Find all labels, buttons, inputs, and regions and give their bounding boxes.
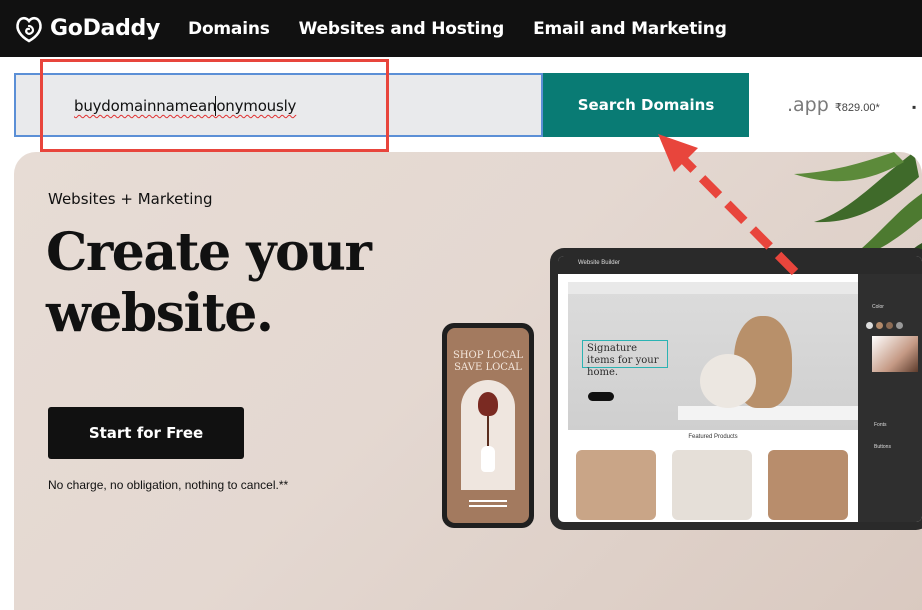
editor-side-panel: Color Fonts Buttons — [858, 274, 922, 522]
product-card-mug — [576, 450, 656, 520]
panel-fonts-label: Fonts — [874, 422, 887, 428]
phone-line1: SHOP LOCAL — [452, 350, 524, 361]
panel-buttons-label: Buttons — [874, 444, 891, 450]
phone-headline: SHOP LOCAL SAVE LOCAL — [447, 350, 529, 374]
more-tld-icon: ▪ — [912, 100, 917, 114]
product-card-bowl — [672, 450, 752, 520]
color-swatch — [876, 322, 883, 329]
tablet-bar-title: Website Builder — [578, 260, 620, 266]
tablet-mockup: Website Builder Signature items for your… — [550, 248, 922, 530]
site-hero-image: Signature items for your home. — [568, 282, 858, 430]
tld-name: .app — [787, 94, 829, 116]
hero-eyebrow: Websites + Marketing — [48, 190, 213, 208]
site-nav — [568, 282, 858, 294]
featured-products-label: Featured Products — [688, 434, 738, 440]
phone-mockup: SHOP LOCAL SAVE LOCAL — [442, 323, 534, 528]
top-nav-bar: GoDaddy Domains Websites and Hosting Ema… — [0, 0, 922, 57]
tablet-screen: Website Builder Signature items for your… — [558, 256, 922, 522]
phone-lines — [469, 500, 507, 502]
logo-text: GoDaddy — [50, 16, 161, 41]
annotation-arrow — [658, 134, 799, 276]
nav-domains[interactable]: Domains — [188, 19, 270, 39]
hero-disclaimer: No charge, no obligation, nothing to can… — [48, 478, 289, 492]
main-nav: Domains Websites and Hosting Email and M… — [188, 19, 756, 39]
product-card-vase — [768, 450, 848, 520]
phone-line2: SAVE LOCAL — [454, 362, 522, 373]
phone-screen: SHOP LOCAL SAVE LOCAL — [447, 328, 529, 523]
hero-title: Create your website. — [46, 222, 372, 344]
tld-price: ₹829.00* — [834, 102, 880, 114]
panel-color-label: Color — [872, 304, 884, 310]
color-picker — [872, 336, 918, 372]
vase-image — [481, 446, 495, 472]
search-domains-button[interactable]: Search Domains — [543, 73, 749, 137]
color-swatch — [866, 322, 873, 329]
signature-text-box: Signature items for your home. — [582, 340, 668, 378]
start-for-free-button[interactable]: Start for Free — [48, 407, 244, 459]
color-swatch — [896, 322, 903, 329]
annotation-highlight-box — [40, 59, 389, 152]
shelf-image — [678, 406, 858, 420]
white-vase-image — [700, 354, 756, 408]
godaddy-logo-icon — [16, 16, 42, 42]
godaddy-logo[interactable]: GoDaddy — [14, 14, 160, 44]
hero-title-line1: Create your — [46, 222, 372, 283]
nav-email-marketing[interactable]: Email and Marketing — [533, 19, 727, 39]
nav-websites-hosting[interactable]: Websites and Hosting — [299, 19, 505, 39]
site-shop-button — [588, 392, 614, 401]
hero-title-line2: website. — [46, 283, 274, 344]
color-swatch — [886, 322, 893, 329]
tld-promo[interactable]: .app ₹829.00* — [787, 94, 880, 116]
site-preview: Signature items for your home. Featured … — [568, 274, 858, 522]
flower-image — [478, 392, 498, 416]
